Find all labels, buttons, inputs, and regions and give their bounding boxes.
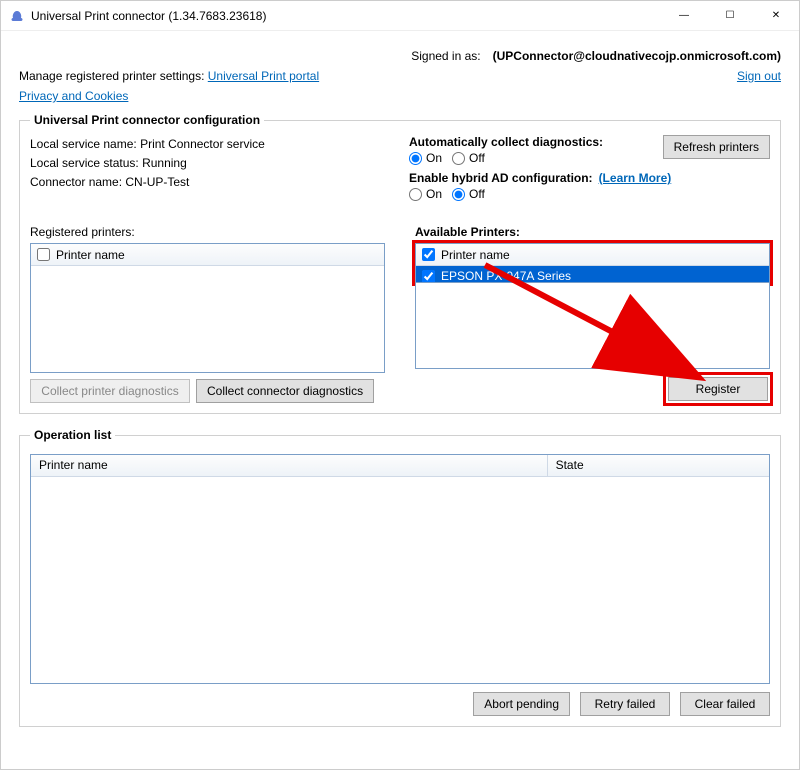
close-button[interactable]: ✕ xyxy=(753,1,799,31)
privacy-cookies-link[interactable]: Privacy and Cookies xyxy=(19,89,128,103)
available-header-col: Printer name xyxy=(441,248,510,262)
service-status-label: Local service status: xyxy=(30,156,142,170)
operation-list-header: Printer name State xyxy=(31,455,769,477)
connector-name-label: Connector name: xyxy=(30,175,125,189)
signedin-email: (UPConnector@cloudnativecojp.onmicrosoft… xyxy=(493,49,781,63)
hybrid-radios: On Off xyxy=(409,187,770,201)
available-list-header: Printer name xyxy=(416,244,769,266)
service-name-value: Print Connector service xyxy=(140,137,265,151)
available-printers-label: Available Printers: xyxy=(415,225,770,239)
auto-diag-on[interactable]: On xyxy=(409,151,442,165)
available-header-checkbox[interactable] xyxy=(422,248,435,261)
registered-header-col: Printer name xyxy=(56,248,125,262)
service-status-value: Running xyxy=(142,156,187,170)
register-button[interactable]: Register xyxy=(668,377,768,401)
available-printer-name: EPSON PX-047A Series xyxy=(441,269,571,283)
collect-printer-diagnostics-button[interactable]: Collect printer diagnostics xyxy=(30,379,190,403)
abort-pending-button[interactable]: Abort pending xyxy=(473,692,570,716)
available-printers-col: Available Printers: Printer name EPSON P… xyxy=(415,225,770,403)
service-name-label: Local service name: xyxy=(30,137,140,151)
operation-list-table[interactable]: Printer name State xyxy=(30,454,770,684)
available-printer-checkbox[interactable] xyxy=(422,270,435,283)
app-icon xyxy=(9,8,25,24)
auto-diag-off-radio[interactable] xyxy=(452,152,465,165)
window-title: Universal Print connector (1.34.7683.236… xyxy=(31,9,661,23)
registered-printers-col: Registered printers: Printer name Collec… xyxy=(30,225,385,403)
config-group: Universal Print connector configuration … xyxy=(19,113,781,414)
auto-diag-off[interactable]: Off xyxy=(452,151,485,165)
signin-row: Signed in as: (UPConnector@cloudnativeco… xyxy=(19,49,781,63)
clear-failed-button[interactable]: Clear failed xyxy=(680,692,770,716)
links-row: Manage registered printer settings: Univ… xyxy=(19,69,781,83)
hybrid-off-radio[interactable] xyxy=(452,188,465,201)
config-legend: Universal Print connector configuration xyxy=(30,113,264,127)
refresh-printers-button[interactable]: Refresh printers xyxy=(663,135,770,159)
manage-prefix: Manage registered printer settings: xyxy=(19,69,208,83)
auto-diag-on-radio[interactable] xyxy=(409,152,422,165)
config-right: Refresh printers Automatically collect d… xyxy=(409,135,770,207)
retry-failed-button[interactable]: Retry failed xyxy=(580,692,670,716)
hybrid-off[interactable]: Off xyxy=(452,187,485,201)
config-left: Local service name: Print Connector serv… xyxy=(30,135,391,207)
available-printer-row[interactable]: EPSON PX-047A Series xyxy=(416,266,769,283)
universal-print-portal-link[interactable]: Universal Print portal xyxy=(208,69,319,83)
registered-header-checkbox[interactable] xyxy=(37,248,50,261)
registered-list-header: Printer name xyxy=(31,244,384,266)
titlebar: Universal Print connector (1.34.7683.236… xyxy=(1,1,799,31)
manage-settings-text: Manage registered printer settings: Univ… xyxy=(19,69,319,83)
maximize-button[interactable]: ☐ xyxy=(707,1,753,31)
available-printers-list-empty[interactable] xyxy=(415,283,770,369)
oplist-col-printer-name[interactable]: Printer name xyxy=(31,455,548,476)
connector-name-value: CN-UP-Test xyxy=(125,175,189,189)
minimize-button[interactable]: — xyxy=(661,1,707,31)
window-controls: — ☐ ✕ xyxy=(661,1,799,31)
available-printers-list[interactable]: Printer name EPSON PX-047A Series xyxy=(415,243,770,283)
hybrid-label-row: Enable hybrid AD configuration: (Learn M… xyxy=(409,171,770,185)
hybrid-on-radio[interactable] xyxy=(409,188,422,201)
collect-connector-diagnostics-button[interactable]: Collect connector diagnostics xyxy=(196,379,374,403)
registered-printers-label: Registered printers: xyxy=(30,225,385,239)
signout-link[interactable]: Sign out xyxy=(737,69,781,83)
operation-list-legend: Operation list xyxy=(30,428,115,442)
oplist-col-state[interactable]: State xyxy=(548,455,769,476)
registered-printers-list[interactable]: Printer name xyxy=(30,243,385,373)
operation-list-group: Operation list Printer name State Abort … xyxy=(19,428,781,727)
hybrid-learn-more-link[interactable]: (Learn More) xyxy=(599,171,672,185)
signedin-label: Signed in as: xyxy=(411,49,480,63)
hybrid-label: Enable hybrid AD configuration: xyxy=(409,171,593,185)
hybrid-on[interactable]: On xyxy=(409,187,442,201)
